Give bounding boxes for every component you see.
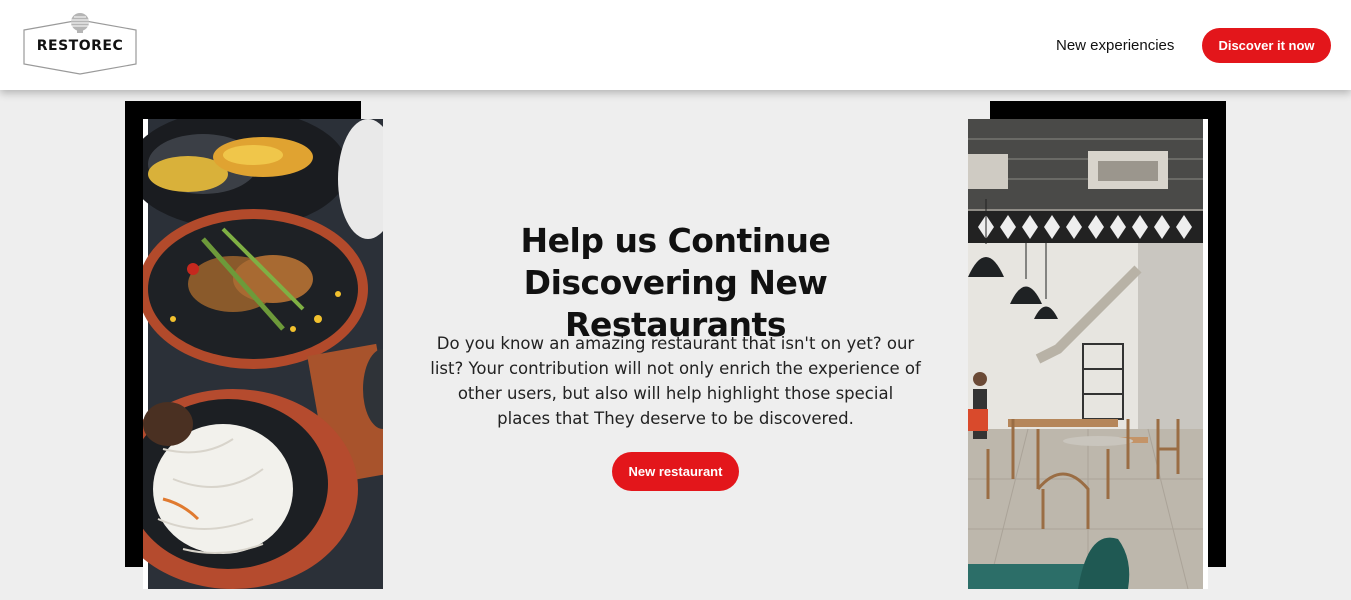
restorec-logo[interactable]: RESTOREC xyxy=(22,12,138,76)
top-navbar: RESTOREC New experiencies Discover it no… xyxy=(0,0,1351,90)
food-platter-image xyxy=(143,119,383,589)
hero-description: Do you know an amazing restaurant that i… xyxy=(430,334,921,428)
new-experiences-link[interactable]: New experiencies xyxy=(1056,37,1174,54)
new-restaurant-button[interactable]: New restaurant xyxy=(612,452,739,491)
logo-text: RESTOREC xyxy=(36,38,124,54)
hero-headline: Help us Continue Discovering New Restaur… xyxy=(520,221,831,344)
discover-it-now-button[interactable]: Discover it now xyxy=(1202,28,1331,63)
restaurant-interior-image xyxy=(968,119,1208,589)
